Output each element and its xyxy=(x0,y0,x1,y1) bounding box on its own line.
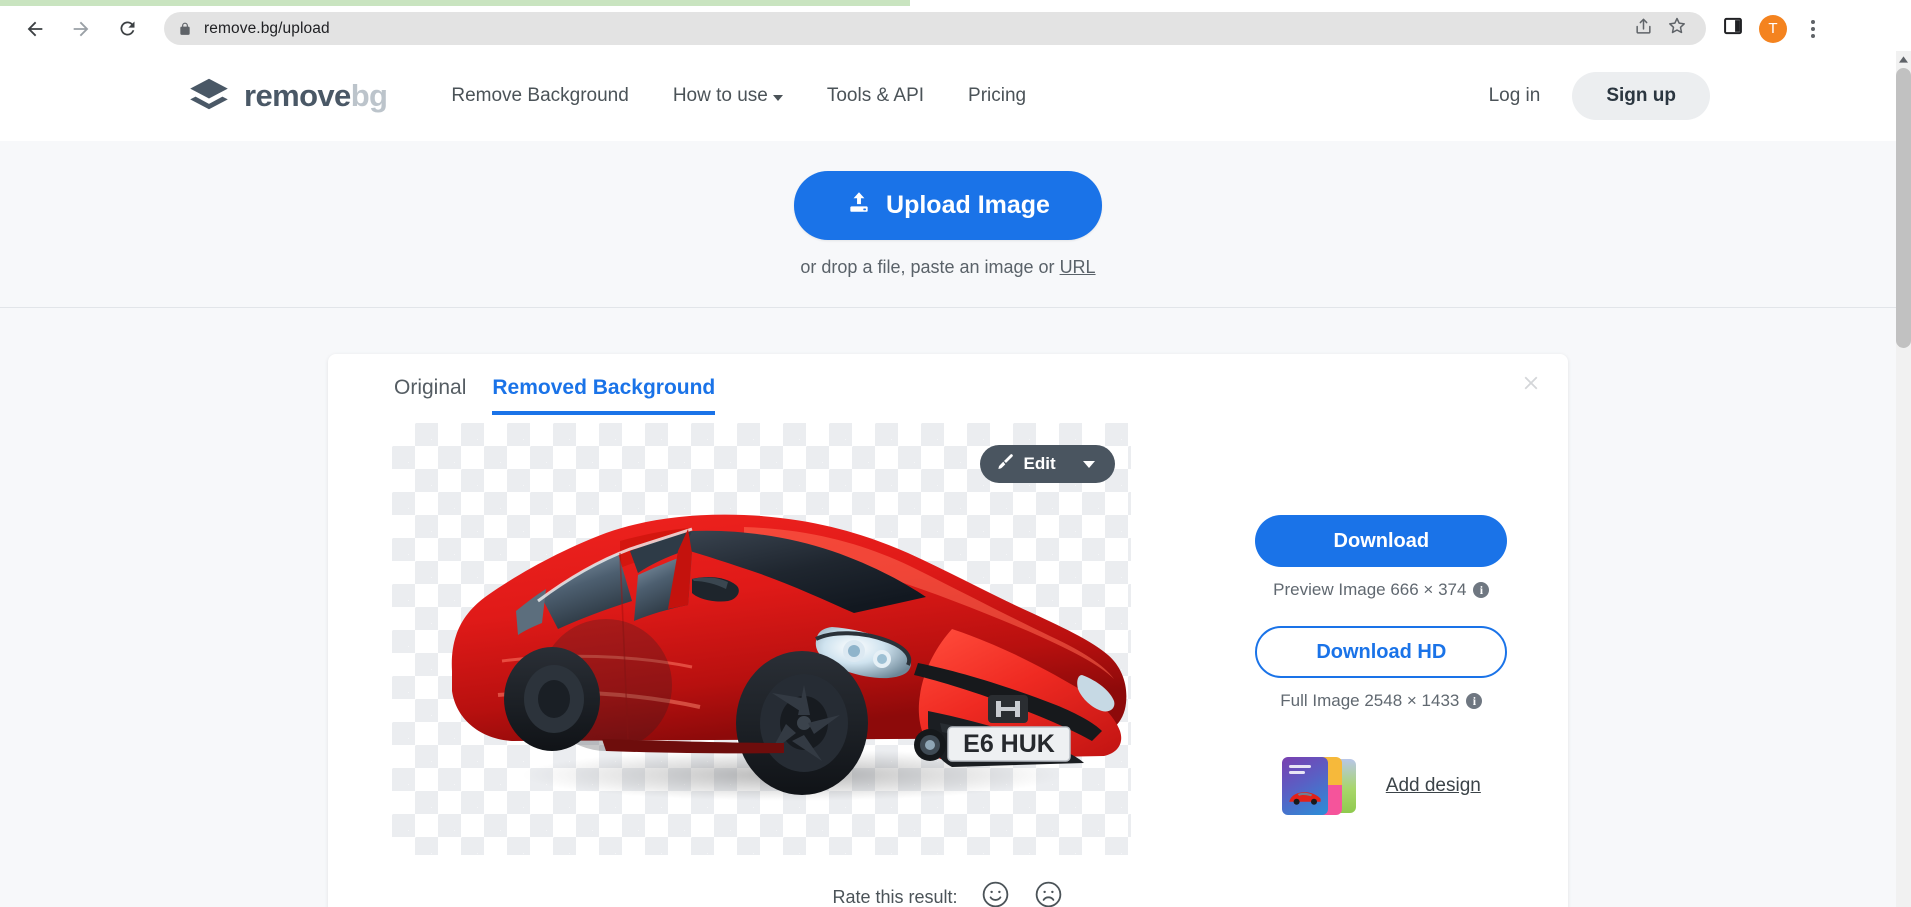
result-body: E6 HUK Edit Download Preview Image 666 ×… xyxy=(356,423,1540,855)
result-area: Original Removed Background E6 HUK Edit … xyxy=(0,308,1896,907)
preview-image-caption: Preview Image 666 × 374 i xyxy=(1273,580,1490,600)
rate-result-row: Rate this result: xyxy=(356,879,1540,907)
nav-label: Tools & API xyxy=(826,85,925,106)
layers-icon xyxy=(188,77,230,116)
download-button[interactable]: Download xyxy=(1255,515,1508,567)
upload-image-button[interactable]: Upload Image xyxy=(794,170,1102,240)
nav-item-remove-background[interactable]: Remove Background xyxy=(429,85,650,107)
full-image-caption: Full Image 2548 × 1433 i xyxy=(1280,691,1483,711)
signup-button[interactable]: Sign up xyxy=(1572,72,1710,120)
main-nav: Remove Background How to use Tools & API… xyxy=(429,85,1048,107)
star-icon xyxy=(1667,16,1687,41)
header-actions: Log in Sign up xyxy=(1465,72,1710,120)
nav-item-pricing[interactable]: Pricing xyxy=(946,85,1048,107)
page-viewport: removebg Remove Background How to use To… xyxy=(0,51,1896,907)
logo[interactable]: removebg xyxy=(188,77,388,116)
rate-label: Rate this result: xyxy=(832,886,958,907)
forward-arrow-icon xyxy=(70,18,92,40)
tab-removed-background[interactable]: Removed Background xyxy=(492,376,716,415)
bookmark-button[interactable] xyxy=(1662,14,1692,44)
tab-original[interactable]: Original xyxy=(394,376,466,415)
nav-label: How to use xyxy=(672,85,768,106)
upload-section: Upload Image or drop a file, paste an im… xyxy=(0,141,1896,308)
reload-button[interactable] xyxy=(106,8,148,50)
brush-icon xyxy=(996,452,1015,476)
info-icon[interactable]: i xyxy=(1466,693,1483,709)
edit-button-label: Edit xyxy=(1023,454,1056,473)
kebab-menu-icon xyxy=(1811,19,1815,38)
nav-item-tools-api[interactable]: Tools & API xyxy=(805,85,946,107)
download-panel: Download Preview Image 666 × 374 i Downl… xyxy=(1223,423,1540,855)
share-button[interactable] xyxy=(1628,14,1658,44)
nav-label: Pricing xyxy=(968,85,1027,106)
browser-toolbar: remove.bg/upload T xyxy=(0,6,1911,51)
design-templates-thumbnail xyxy=(1281,757,1374,815)
nav-item-how-to-use[interactable]: How to use xyxy=(651,85,805,107)
logo-word-remove: remove xyxy=(244,78,351,113)
result-tabs: Original Removed Background xyxy=(394,376,1540,415)
result-card: Original Removed Background E6 HUK Edit … xyxy=(328,354,1568,907)
page-scrollbar[interactable] xyxy=(1896,51,1911,907)
scroll-up-button[interactable] xyxy=(1896,51,1911,66)
browser-toolbar-actions: T xyxy=(1714,10,1832,48)
add-design-row[interactable]: Add design xyxy=(1281,757,1481,815)
full-caption-text: Full Image 2548 × 1433 xyxy=(1280,691,1460,710)
avatar[interactable]: T xyxy=(1759,14,1787,43)
browser-menu-button[interactable] xyxy=(1794,10,1832,48)
info-icon[interactable]: i xyxy=(1473,582,1490,598)
close-icon xyxy=(1520,372,1542,399)
car-image: E6 HUK xyxy=(451,514,1127,801)
back-arrow-icon xyxy=(24,18,46,40)
upload-hint: or drop a file, paste an image or URL xyxy=(800,257,1095,278)
address-bar[interactable]: remove.bg/upload xyxy=(164,12,1706,45)
edit-button[interactable]: Edit xyxy=(979,445,1115,483)
reload-icon xyxy=(117,18,138,39)
back-button[interactable] xyxy=(14,8,56,50)
chevron-down-icon xyxy=(772,95,783,101)
nav-label: Remove Background xyxy=(451,85,629,106)
lock-icon xyxy=(178,21,192,37)
add-design-link[interactable]: Add design xyxy=(1386,775,1481,797)
thumb-text-lines xyxy=(1288,765,1311,777)
download-hd-button[interactable]: Download HD xyxy=(1255,626,1508,678)
preview-caption-text: Preview Image 666 × 374 xyxy=(1273,580,1467,599)
logo-word-bg: bg xyxy=(350,78,388,113)
upload-hint-text: or drop a file, paste an image or xyxy=(800,256,1060,277)
logo-text: removebg xyxy=(244,78,388,114)
close-result-button[interactable] xyxy=(1516,370,1546,400)
side-panel-button[interactable] xyxy=(1714,10,1752,48)
smiley-face-icon[interactable] xyxy=(980,879,1011,907)
upload-button-label: Upload Image xyxy=(886,190,1050,219)
thumb-car-icon xyxy=(1289,792,1321,805)
address-bar-url: remove.bg/upload xyxy=(204,19,330,37)
scrollbar-thumb[interactable] xyxy=(1896,68,1911,348)
share-icon xyxy=(1634,17,1653,41)
license-plate-text: E6 HUK xyxy=(963,730,1055,758)
upload-icon xyxy=(846,189,872,222)
url-link[interactable]: URL xyxy=(1060,257,1096,277)
forward-button[interactable] xyxy=(60,8,102,50)
scroll-up-arrow-icon xyxy=(1899,50,1908,68)
design-thumb-car xyxy=(1281,757,1328,815)
site-header: removebg Remove Background How to use To… xyxy=(0,51,1896,141)
image-canvas[interactable]: E6 HUK Edit xyxy=(392,423,1131,855)
frowny-face-icon[interactable] xyxy=(1033,879,1064,907)
chevron-down-icon[interactable] xyxy=(1082,460,1095,468)
login-link[interactable]: Log in xyxy=(1465,75,1565,117)
side-panel-icon xyxy=(1723,16,1743,41)
